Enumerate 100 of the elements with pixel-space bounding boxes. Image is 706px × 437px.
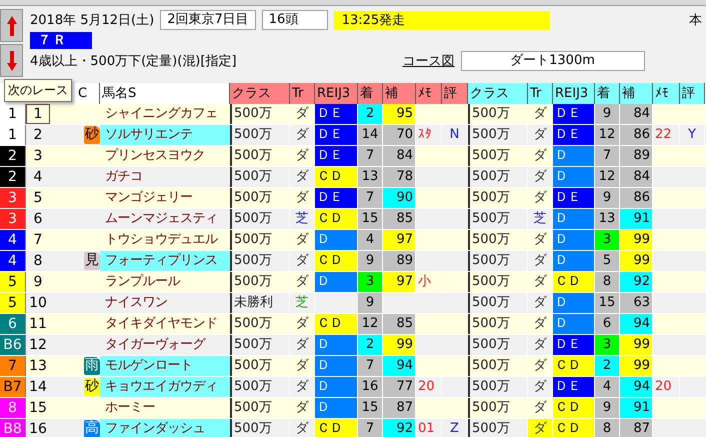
finish-cell: 3 bbox=[358, 272, 383, 292]
rating-grade-cell: ＤＥ bbox=[315, 146, 358, 166]
horse-number: 2 bbox=[32, 126, 44, 145]
eval-cell: Y bbox=[680, 125, 705, 145]
finish-cell: 15 bbox=[358, 209, 383, 229]
condition-tag: 雨 bbox=[84, 357, 100, 375]
corner-text: 本 bbox=[689, 12, 703, 29]
rating-grade-cell: ＣＤ bbox=[315, 209, 358, 229]
finish-cell: 9 bbox=[595, 398, 620, 418]
column-header: ﾒﾓ bbox=[416, 83, 442, 104]
rating-grade-cell: ＣＤ bbox=[553, 272, 595, 292]
horse-number: 1 bbox=[26, 104, 50, 124]
score-cell: 94 bbox=[620, 314, 653, 334]
frame-number: B6 bbox=[0, 335, 26, 355]
eval-cell: N bbox=[442, 125, 468, 145]
rating-grade-cell: ＤＥ bbox=[553, 188, 595, 208]
column-header: Tr bbox=[290, 83, 315, 104]
finish-cell: 9 bbox=[595, 188, 620, 208]
score-cell: 89 bbox=[383, 251, 416, 271]
finish-cell: 9 bbox=[358, 293, 383, 313]
rating-grade-cell: ＣＤ bbox=[315, 419, 358, 437]
score-cell: 91 bbox=[620, 209, 653, 229]
score-cell: 91 bbox=[620, 398, 653, 418]
score-cell: 87 bbox=[620, 419, 653, 437]
horse-number: 9 bbox=[32, 273, 44, 292]
score-cell: 94 bbox=[620, 377, 653, 397]
condition-tag: 見 bbox=[84, 252, 100, 270]
frame-number: B8 bbox=[0, 419, 26, 437]
column-header: 着 bbox=[358, 83, 383, 104]
horse-number: 3 bbox=[32, 147, 44, 166]
up-arrow-icon bbox=[6, 16, 16, 36]
rating-grade-cell: ＤＥ bbox=[553, 335, 595, 355]
frame-number: 5 bbox=[0, 293, 26, 313]
rating-grade-cell: Ｄ bbox=[553, 209, 595, 229]
horse-name: ムーンマジェスティ bbox=[104, 210, 218, 228]
frame-number: 4 bbox=[0, 230, 26, 250]
finish-cell: 7 bbox=[358, 419, 383, 437]
horse-number: 7 bbox=[32, 231, 44, 250]
frame-number: 8 bbox=[0, 398, 26, 418]
rating-grade-cell: ＤＥ bbox=[553, 104, 595, 124]
next-race-button[interactable] bbox=[0, 44, 23, 77]
memo-cell: ｽﾀ bbox=[416, 125, 442, 145]
horse-name: プリンセスヨウク bbox=[104, 147, 206, 165]
horse-number: 11 bbox=[28, 315, 48, 334]
score-cell: 94 bbox=[383, 356, 416, 376]
course-map-link[interactable]: コース図 bbox=[402, 52, 455, 70]
track-cell: ダ bbox=[528, 419, 553, 437]
score-cell: 99 bbox=[620, 230, 653, 250]
finish-cell: 5 bbox=[595, 251, 620, 271]
score-cell: 92 bbox=[383, 419, 416, 437]
score-cell: 86 bbox=[620, 125, 653, 145]
memo-cell: 小 bbox=[416, 272, 442, 292]
score-cell: 78 bbox=[383, 167, 416, 187]
start-time-field: 13:25発走 bbox=[334, 10, 550, 30]
frame-number: 6 bbox=[0, 314, 26, 334]
column-header: REIJ3 bbox=[315, 83, 358, 104]
column-header: ﾒﾓ bbox=[653, 83, 680, 104]
horse-name: ガチコ bbox=[104, 168, 144, 186]
rating-grade-cell: Ｄ bbox=[315, 335, 358, 355]
finish-cell: 8 bbox=[595, 272, 620, 292]
finish-cell: 9 bbox=[595, 104, 620, 124]
column-header: Tr bbox=[528, 83, 553, 104]
rating-grade-cell: ＣＤ bbox=[553, 398, 595, 418]
track-cell: 芝 bbox=[290, 293, 315, 313]
rating-grade-cell: Ｄ bbox=[553, 230, 595, 250]
finish-cell: 12 bbox=[595, 167, 620, 187]
horse-name: ファインダッシュ bbox=[100, 419, 230, 437]
condition-tag: 砂 bbox=[84, 126, 100, 144]
finish-cell: 8 bbox=[595, 419, 620, 437]
horse-number: 4 bbox=[32, 168, 44, 187]
course-field: ダート1300m bbox=[460, 51, 645, 71]
column-header: C bbox=[76, 83, 100, 104]
score-cell: 99 bbox=[620, 356, 653, 376]
horse-name: ソルサリエンテ bbox=[100, 125, 230, 145]
condition-tag: 高 bbox=[84, 420, 100, 437]
rating-grade-cell: ＤＥ bbox=[553, 125, 595, 145]
frame-number: 1 bbox=[0, 104, 26, 124]
finish-cell: 9 bbox=[358, 251, 383, 271]
horse-number: 8 bbox=[32, 252, 44, 271]
frame-number: 1 bbox=[0, 125, 26, 145]
frame-number: 3 bbox=[0, 188, 26, 208]
race-date: 2018年 5月12日(土) bbox=[30, 12, 154, 29]
memo-cell: 22 bbox=[653, 125, 680, 145]
rating-grade-cell: Ｄ bbox=[315, 377, 358, 397]
finish-cell: 7 bbox=[358, 356, 383, 376]
column-header: クラス bbox=[230, 83, 290, 104]
score-cell: 63 bbox=[620, 293, 653, 313]
rating-grade-cell: ＤＥ bbox=[315, 104, 358, 124]
score-cell: 85 bbox=[383, 314, 416, 334]
tooltip: 次のレース bbox=[4, 79, 72, 102]
score-cell: 97 bbox=[383, 272, 416, 292]
finish-cell: 4 bbox=[595, 377, 620, 397]
finish-cell: 16 bbox=[358, 377, 383, 397]
horse-name: ランプルール bbox=[104, 273, 182, 291]
frame-number: 2 bbox=[0, 146, 26, 166]
finish-cell: 4 bbox=[358, 230, 383, 250]
finish-cell: 7 bbox=[358, 188, 383, 208]
rating-grade-cell: Ｄ bbox=[553, 251, 595, 271]
horse-name: フォーティプリンス bbox=[100, 251, 230, 271]
previous-race-button[interactable] bbox=[0, 9, 23, 42]
